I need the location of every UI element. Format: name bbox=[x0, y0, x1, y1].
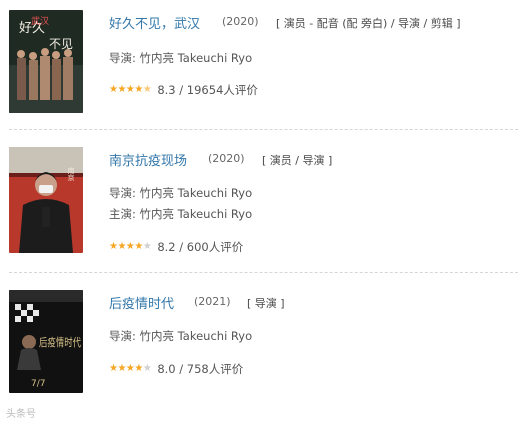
rating-text: 8.0 / 758人评价 bbox=[157, 361, 244, 376]
rating-text: 8.3 / 19654人评价 bbox=[157, 82, 258, 97]
film-title[interactable]: 南京抗疫现场 bbox=[109, 150, 187, 169]
poster-text: 后疫情时代 bbox=[39, 335, 81, 349]
film-poster[interactable]: 南京 bbox=[9, 147, 83, 253]
film-director: 导演: 竹内亮 Takeuchi Ryo bbox=[109, 329, 253, 343]
film-year: (2020) bbox=[208, 152, 245, 165]
divider bbox=[9, 272, 518, 273]
film-rating: ★★★★★ 8.2 / 600人评价 bbox=[109, 236, 243, 255]
film-poster[interactable]: 后疫情时代 7/7 bbox=[9, 290, 83, 393]
film-year: (2021) bbox=[194, 295, 231, 308]
film-cast: 主演: 竹内亮 Takeuchi Ryo bbox=[109, 207, 253, 221]
film-roles: [ 演员 - 配音 (配 旁白) / 导演 / 剪辑 ] bbox=[276, 17, 461, 30]
film-rating: ★★★★★ 8.3 / 19654人评价 bbox=[109, 79, 258, 98]
rating-stars-icon: ★★★★★ bbox=[109, 240, 152, 252]
poster-text: 武汉 bbox=[31, 15, 49, 27]
film-title[interactable]: 好久不见，武汉 bbox=[109, 13, 200, 32]
film-title[interactable]: 后疫情时代 bbox=[109, 293, 174, 312]
film-year: (2020) bbox=[222, 15, 259, 28]
film-rating: ★★★★★ 8.0 / 758人评价 bbox=[109, 358, 243, 377]
film-poster[interactable]: 好久 不见 武汉 bbox=[9, 10, 83, 113]
divider bbox=[9, 129, 518, 130]
poster-text: 不见 bbox=[49, 37, 73, 51]
rating-text: 8.2 / 600人评价 bbox=[157, 239, 244, 254]
poster-text: 7/7 bbox=[31, 379, 45, 389]
rating-stars-icon: ★★★★★ bbox=[109, 362, 152, 374]
film-roles: [ 导演 ] bbox=[247, 297, 285, 310]
watermark: 头条号 bbox=[6, 409, 36, 420]
film-roles: [ 演员 / 导演 ] bbox=[262, 154, 333, 167]
poster-text: 南京 bbox=[67, 166, 75, 182]
film-director: 导演: 竹内亮 Takeuchi Ryo bbox=[109, 51, 253, 65]
film-director: 导演: 竹内亮 Takeuchi Ryo bbox=[109, 186, 253, 200]
rating-stars-icon: ★★★★★ bbox=[109, 83, 152, 95]
